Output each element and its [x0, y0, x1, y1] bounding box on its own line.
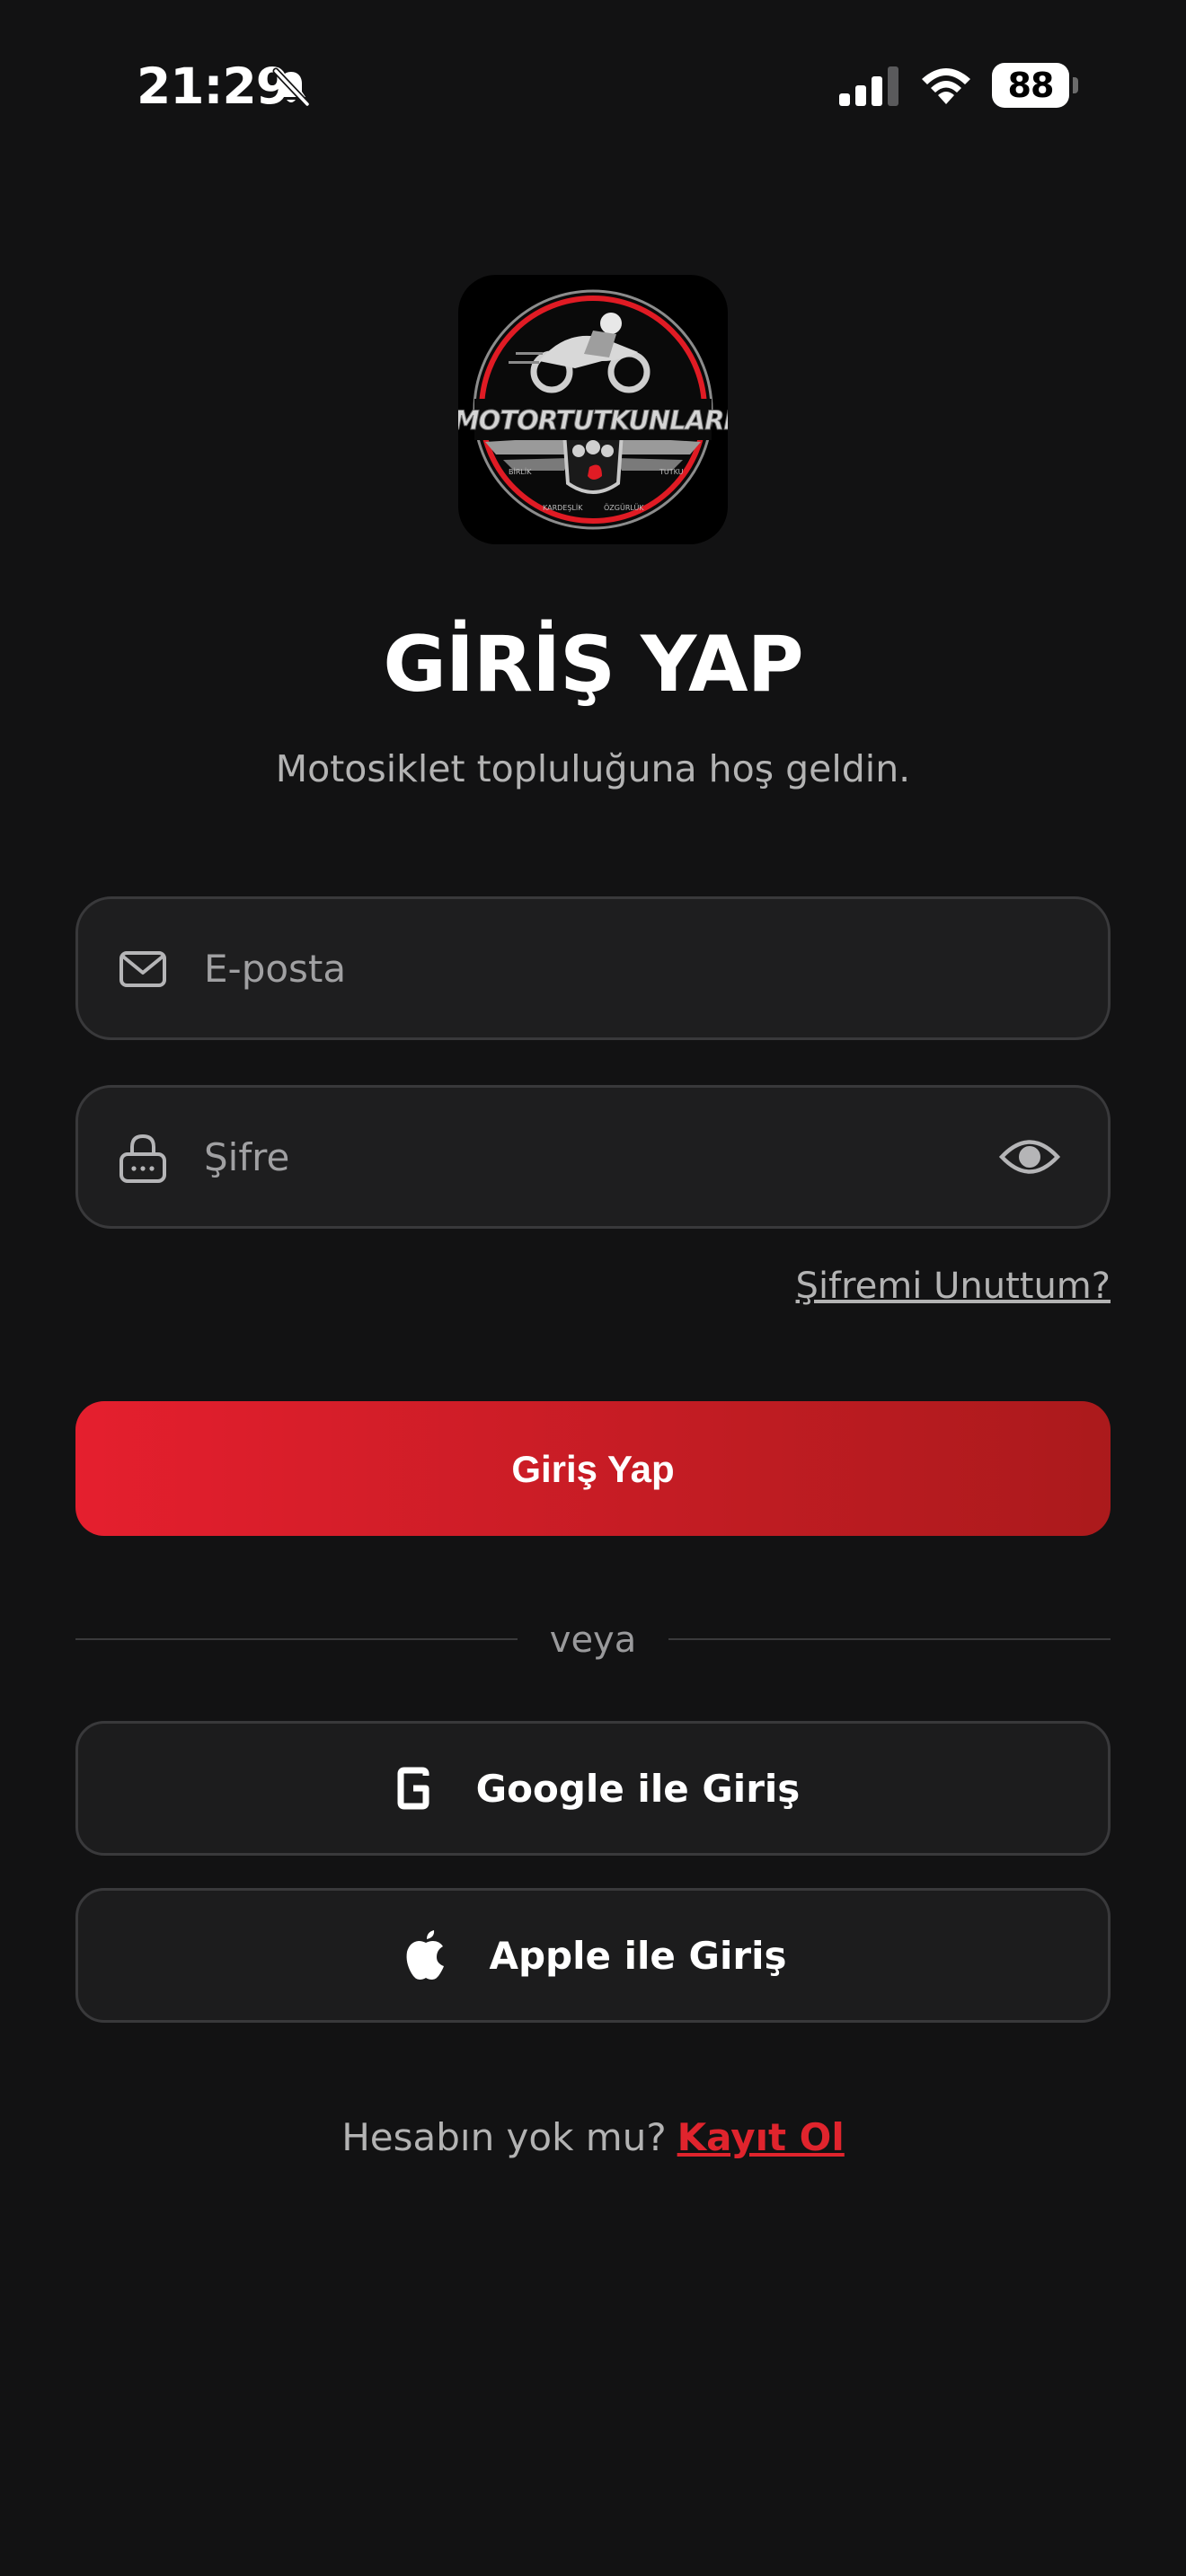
password-field[interactable]: [75, 1085, 1111, 1229]
signup-row: Hesabın yok mu? Kayıt Ol: [0, 2111, 1186, 2165]
apple-icon: [407, 1930, 445, 1980]
divider-label: veya: [549, 1619, 637, 1661]
page-title: GİRİŞ YAP: [383, 620, 803, 710]
battery-level: 88: [992, 63, 1069, 108]
status-bar: 21:29 88: [0, 54, 1186, 119]
battery-indicator: 88: [992, 63, 1078, 108]
signup-link[interactable]: Kayıt Ol: [677, 2115, 845, 2159]
or-divider: veya: [75, 1613, 1111, 1667]
email-field[interactable]: [75, 896, 1111, 1040]
signup-prompt: Hesabın yok mu?: [341, 2115, 667, 2159]
envelope-icon: [119, 951, 166, 987]
google-login-button[interactable]: Google ile Giriş: [75, 1721, 1111, 1856]
divider-line-right: [668, 1638, 1111, 1640]
apple-login-label: Apple ile Giriş: [489, 1933, 787, 1978]
battery-cap: [1073, 77, 1078, 93]
logo-brand-text: MOTORTUTKUNLARI: [458, 405, 728, 436]
password-input[interactable]: [204, 1088, 977, 1226]
logo-tagline-2: KARDEŞLİK: [543, 503, 583, 512]
cellular-signal-icon: [839, 66, 898, 106]
google-g-icon: [397, 1767, 429, 1810]
eye-icon[interactable]: [998, 1131, 1061, 1183]
page-subtitle: Motosiklet topluluğuna hoş geldin.: [275, 747, 911, 790]
google-login-label: Google ile Giriş: [475, 1766, 801, 1811]
lock-icon: [119, 1134, 166, 1183]
app-logo: MOTORTUTKUNLARI BİRLİK KARDEŞLİK ÖZGÜRLÜ…: [458, 275, 728, 544]
apple-login-button[interactable]: Apple ile Giriş: [75, 1888, 1111, 2023]
login-button[interactable]: Giriş Yap: [75, 1401, 1111, 1536]
email-input[interactable]: [204, 899, 977, 1037]
bell-slash-icon: [272, 67, 311, 108]
logo-tagline-1: BİRLİK: [509, 467, 532, 476]
status-time: 21:29: [137, 57, 290, 115]
logo-tagline-4: TUTKU: [659, 468, 684, 476]
wifi-icon: [922, 68, 970, 104]
logo-tagline-3: ÖZGÜRLÜK: [604, 503, 644, 512]
forgot-password-link[interactable]: Şifremi Unuttum?: [796, 1259, 1111, 1313]
motortutkunlari-logo-icon: MOTORTUTKUNLARI BİRLİK KARDEŞLİK ÖZGÜRLÜ…: [458, 289, 728, 530]
